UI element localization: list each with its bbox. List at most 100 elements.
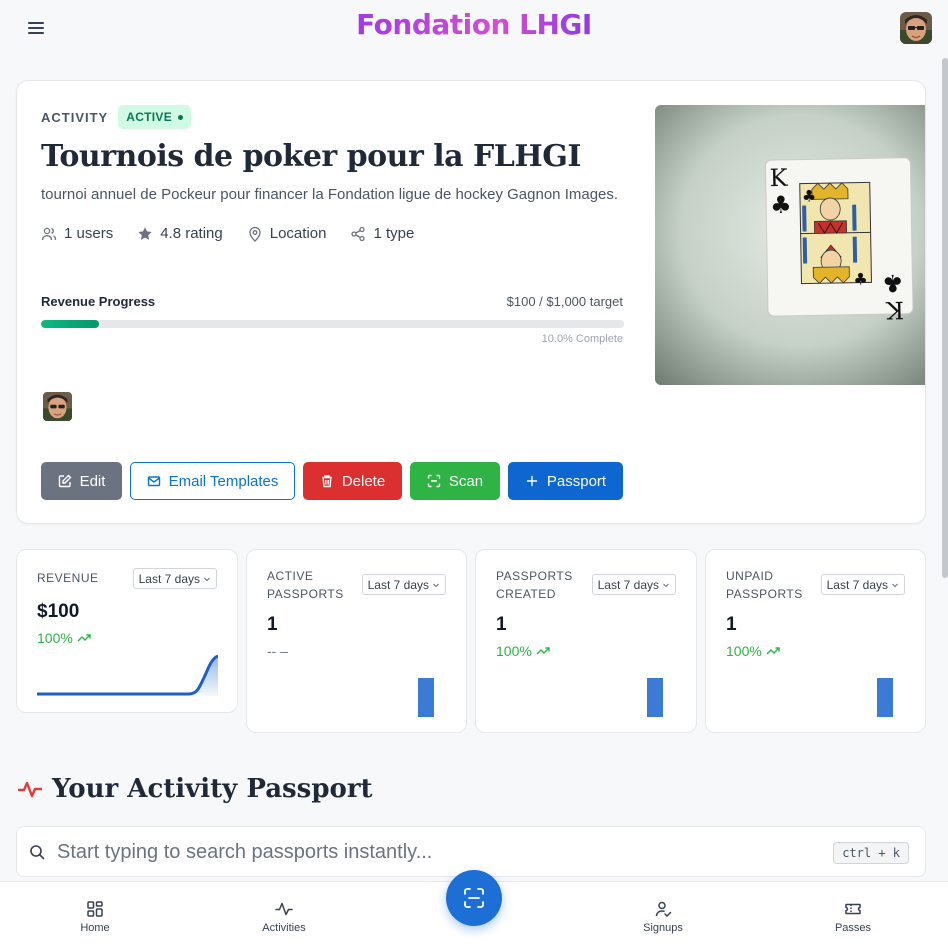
period-select-value: Last 7 days (597, 577, 659, 592)
nav-signups[interactable]: Signups (613, 900, 713, 934)
share-icon (350, 226, 366, 242)
keyboard-shortcut-hint: ctrl + k (833, 842, 909, 864)
activity-card: ACTIVITY ACTIVE Tournois de poker pour l… (16, 80, 926, 524)
meta-location: Location (247, 225, 327, 242)
activity-description: tournoi annuel de Pockeur pour financer … (41, 186, 619, 203)
nav-passes[interactable]: Passes (803, 900, 903, 934)
status-dot-icon (178, 114, 184, 120)
stat-card-passports-created: PASSPORTS CREATED Last 7 days 1 100% (475, 549, 697, 733)
search-icon (29, 844, 45, 860)
stat-value: 1 (496, 614, 507, 635)
svg-text:♣: ♣ (770, 191, 792, 219)
revenue-progress-label: Revenue Progress (41, 294, 156, 309)
plus-icon (525, 474, 539, 488)
svg-text:♣: ♣ (853, 269, 868, 288)
period-select-value: Last 7 days (138, 571, 200, 586)
period-select[interactable]: Last 7 days (132, 568, 217, 589)
edit-button[interactable]: Edit (41, 462, 122, 500)
meta-users: 1 users (41, 225, 113, 242)
add-passport-button[interactable]: Passport (508, 462, 623, 500)
meta-types: 1 type (350, 225, 414, 242)
map-pin-icon (247, 226, 263, 242)
activity-meta: 1 users 4.8 rating Location 1 type (41, 225, 414, 242)
email-templates-button[interactable]: Email Templates (130, 462, 295, 500)
star-icon (137, 226, 153, 242)
period-select[interactable]: Last 7 days (591, 574, 676, 595)
stat-trend: 100% (726, 643, 780, 659)
brand-logo[interactable]: Fondation LHGI (0, 8, 948, 41)
passports-created-bar (647, 678, 663, 717)
add-passport-label: Passport (546, 472, 607, 490)
trend-up-icon (77, 633, 91, 643)
scrollbar-thumb[interactable] (942, 58, 948, 578)
revenue-target: $100 / $1,000 target (506, 294, 623, 309)
top-bar: Fondation LHGI (0, 0, 948, 56)
revenue-complete-text: 10.0% Complete (541, 333, 623, 345)
scan-button-label: Scan (448, 472, 484, 490)
activity-actions: Edit Email Templates Delete Scan Passpor… (41, 462, 623, 500)
svg-text:♣: ♣ (882, 269, 904, 297)
edit-icon (58, 474, 72, 488)
stat-trend-value: -- – (267, 643, 288, 659)
period-select-value: Last 7 days (826, 577, 888, 592)
stat-trend-value: 100% (37, 630, 73, 646)
status-badge-label: ACTIVE (126, 110, 173, 124)
svg-text:♣: ♣ (802, 186, 817, 205)
email-templates-label: Email Templates (168, 472, 279, 490)
activity-title: Tournois de poker pour la FLHGI (41, 139, 581, 174)
scan-button[interactable]: Scan (410, 462, 500, 500)
users-icon (41, 226, 57, 242)
stat-value: 1 (267, 614, 278, 635)
stat-value: $100 (37, 601, 80, 622)
activity-image: K ♣ K ♣ ♣ ♣ (655, 105, 925, 385)
ticket-icon (844, 900, 862, 918)
nav-passes-label: Passes (834, 922, 872, 934)
activity-pulse-icon (275, 900, 293, 918)
rating-value: 4.8 rating (160, 225, 223, 242)
user-check-icon (654, 900, 672, 918)
stat-trend-value: 100% (496, 643, 532, 659)
trash-icon (320, 474, 334, 488)
period-select[interactable]: Last 7 days (361, 574, 446, 595)
unpaid-passports-bar (877, 678, 893, 717)
activity-header: ACTIVITY ACTIVE (41, 105, 192, 129)
chevron-down-icon (891, 581, 899, 589)
svg-text:K: K (769, 164, 788, 192)
types-count: 1 type (373, 225, 415, 242)
period-select-value: Last 7 days (367, 577, 429, 592)
stat-card-revenue: REVENUE Last 7 days $100 100% (16, 549, 238, 713)
nav-activities-label: Activities (262, 922, 306, 934)
passport-section-title: Your Activity Passport (18, 774, 373, 804)
edit-button-label: Edit (79, 472, 106, 490)
scan-icon (427, 474, 441, 488)
stat-trend: -- – (267, 643, 288, 659)
location-value: Location (269, 225, 327, 242)
scan-fab-button[interactable] (446, 870, 502, 926)
stat-value: 1 (726, 614, 737, 635)
active-passports-bar (418, 678, 434, 717)
mail-icon (147, 474, 161, 488)
trend-up-icon (536, 646, 550, 656)
delete-button[interactable]: Delete (303, 462, 402, 500)
meta-rating: 4.8 rating (137, 225, 223, 242)
svg-text:K: K (885, 296, 904, 324)
trend-up-icon (766, 646, 780, 656)
stat-trend: 100% (496, 643, 550, 659)
nav-home[interactable]: Home (45, 900, 145, 934)
nav-home-label: Home (80, 922, 110, 934)
user-avatar[interactable] (900, 12, 932, 44)
period-select[interactable]: Last 7 days (820, 574, 905, 595)
scan-qr-icon (463, 887, 485, 909)
activity-pulse-icon (18, 779, 42, 799)
stat-trend-value: 100% (726, 643, 762, 659)
stat-label: PASSPORTS CREATED (496, 569, 573, 601)
passport-section-title-text: Your Activity Passport (52, 774, 373, 804)
chevron-down-icon (662, 581, 670, 589)
revenue-sparkline (37, 655, 218, 696)
participant-avatar[interactable] (43, 392, 72, 421)
stat-label: UNPAID PASSPORTS (726, 569, 803, 601)
chevron-down-icon (203, 575, 211, 583)
search-input[interactable] (57, 837, 817, 867)
grid-icon (86, 900, 104, 918)
nav-activities[interactable]: Activities (234, 900, 334, 934)
